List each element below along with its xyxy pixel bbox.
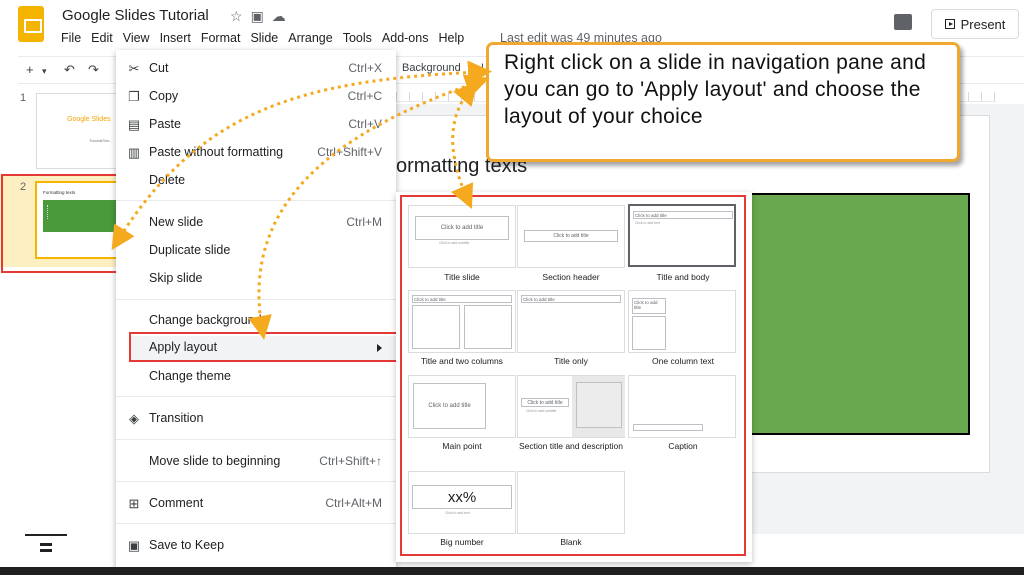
- comment-icon: ⊞: [128, 496, 140, 511]
- menu-item-shortcut: Ctrl+V: [348, 117, 382, 131]
- paste-icon: ▤: [127, 117, 141, 132]
- menu-arrange[interactable]: Arrange: [283, 31, 337, 45]
- menu-item-shortcut: Ctrl+Alt+M: [325, 496, 382, 510]
- menu-separator: [116, 481, 396, 482]
- background-button[interactable]: Background: [402, 62, 461, 74]
- slide-thumbnail-1[interactable]: Google Slides TutorialShe...: [36, 93, 120, 169]
- new-slide-button[interactable]: +: [26, 62, 34, 77]
- taskbar-strip: [0, 567, 1024, 575]
- menu-item-delete[interactable]: Delete: [116, 169, 396, 193]
- menu-format[interactable]: Format: [196, 31, 246, 45]
- menu-item-paste[interactable]: ▤ Paste Ctrl+V: [116, 113, 396, 137]
- menu-separator: [116, 396, 396, 397]
- keep-icon: ▣: [127, 538, 141, 553]
- menu-item-label: Delete: [149, 173, 186, 187]
- menu-item-duplicate-slide[interactable]: Duplicate slide: [116, 239, 396, 263]
- highlight-box-layouts: [400, 195, 746, 556]
- highlight-box-thumbnail: [1, 174, 119, 273]
- menu-view[interactable]: View: [118, 31, 155, 45]
- menu-item-label: Paste without formatting: [149, 145, 284, 159]
- menu-item-label: Cut: [149, 61, 169, 75]
- highlight-box-apply-layout: [129, 332, 399, 362]
- menu-insert[interactable]: Insert: [155, 31, 196, 45]
- star-icon[interactable]: ☆: [230, 8, 251, 24]
- thumbnail-title: Google Slides: [67, 116, 111, 123]
- menu-help[interactable]: Help: [433, 31, 469, 45]
- menu-item-shortcut: Ctrl+C: [347, 89, 382, 103]
- slide-number: 1: [20, 92, 27, 104]
- new-slide-dropdown-icon[interactable]: ▾: [42, 66, 47, 77]
- menu-item-label: Copy: [149, 89, 179, 103]
- menu-item-copy[interactable]: ❐ Copy Ctrl+C: [116, 85, 396, 109]
- menu-item-transition[interactable]: ◈ Transition: [116, 407, 396, 431]
- menu-item-label: Change theme: [149, 369, 232, 383]
- transition-icon: ◈: [129, 411, 139, 426]
- menu-item-move-to-beginning[interactable]: Move slide to beginning Ctrl+Shift+↑: [116, 450, 396, 474]
- google-slides-app: Google Slides Tutorial ☆▣☁ File Edit Vie…: [0, 0, 1024, 575]
- menu-item-shortcut: Ctrl+X: [348, 61, 382, 75]
- document-title[interactable]: Google Slides Tutorial: [62, 7, 209, 24]
- paste-plain-icon: ▥: [127, 145, 141, 160]
- menu-item-skip-slide[interactable]: Skip slide: [116, 267, 396, 291]
- undo-icon[interactable]: ↶: [64, 62, 75, 78]
- comments-icon[interactable]: [894, 14, 912, 30]
- menu-item-label: Save to Keep: [149, 538, 225, 552]
- menu-item-comment[interactable]: ⊞ Comment Ctrl+Alt+M: [116, 492, 396, 516]
- menu-item-label: Move slide to beginning: [149, 454, 281, 468]
- menu-item-label: Comment: [149, 496, 204, 510]
- menu-bar: File Edit View Insert Format Slide Arran…: [56, 31, 469, 45]
- menu-item-new-slide[interactable]: New slide Ctrl+M: [116, 211, 396, 235]
- slide-green-rectangle[interactable]: [744, 193, 970, 435]
- menu-item-paste-without-formatting[interactable]: ▥ Paste without formatting Ctrl+Shift+V: [116, 141, 396, 165]
- menu-item-save-to-keep[interactable]: ▣ Save to Keep: [116, 534, 396, 558]
- menu-separator: [116, 523, 396, 524]
- folder-icon[interactable]: ▣: [251, 8, 272, 24]
- menu-addons[interactable]: Add-ons: [377, 31, 434, 45]
- present-icon: [944, 19, 955, 29]
- menu-item-shortcut: Ctrl+M: [346, 215, 382, 229]
- cloud-icon: ☁: [271, 8, 294, 24]
- menu-item-label: Paste: [149, 117, 181, 131]
- menu-item-shortcut: Ctrl+Shift+↑: [319, 454, 382, 468]
- context-menu: ✂ Cut Ctrl+X ❐ Copy Ctrl+C ▤ Paste Ctrl+…: [116, 50, 396, 575]
- present-button[interactable]: Present: [931, 9, 1019, 39]
- slides-logo-icon[interactable]: [18, 6, 44, 42]
- present-label: Present: [960, 16, 1006, 32]
- cut-icon: ✂: [128, 61, 140, 76]
- menu-item-label: Duplicate slide: [149, 243, 231, 257]
- menu-separator: [116, 200, 396, 201]
- menu-separator: [116, 439, 396, 440]
- instruction-callout: Right click on a slide in navigation pan…: [486, 42, 960, 162]
- menu-item-label: Skip slide: [149, 271, 203, 285]
- view-tab-indicator: [25, 534, 67, 536]
- redo-icon[interactable]: ↷: [88, 62, 99, 78]
- copy-icon: ❐: [128, 89, 140, 104]
- menu-slide[interactable]: Slide: [245, 31, 283, 45]
- menu-item-label: New slide: [149, 215, 204, 229]
- thumbnail-subtitle: TutorialShe...: [89, 138, 113, 143]
- menu-item-change-theme[interactable]: Change theme: [116, 365, 396, 389]
- menu-separator: [116, 299, 396, 300]
- title-actions: ☆▣☁: [230, 8, 294, 25]
- menu-edit[interactable]: Edit: [86, 31, 118, 45]
- grid-view-icon[interactable]: [40, 543, 52, 552]
- menu-item-label: Transition: [149, 411, 204, 425]
- menu-item-shortcut: Ctrl+Shift+V: [317, 145, 382, 159]
- menu-file[interactable]: File: [56, 31, 86, 45]
- menu-item-cut[interactable]: ✂ Cut Ctrl+X: [116, 57, 396, 81]
- menu-item-label: Change background: [149, 313, 262, 327]
- menu-item-change-background[interactable]: Change background: [116, 309, 396, 333]
- menu-tools[interactable]: Tools: [338, 31, 377, 45]
